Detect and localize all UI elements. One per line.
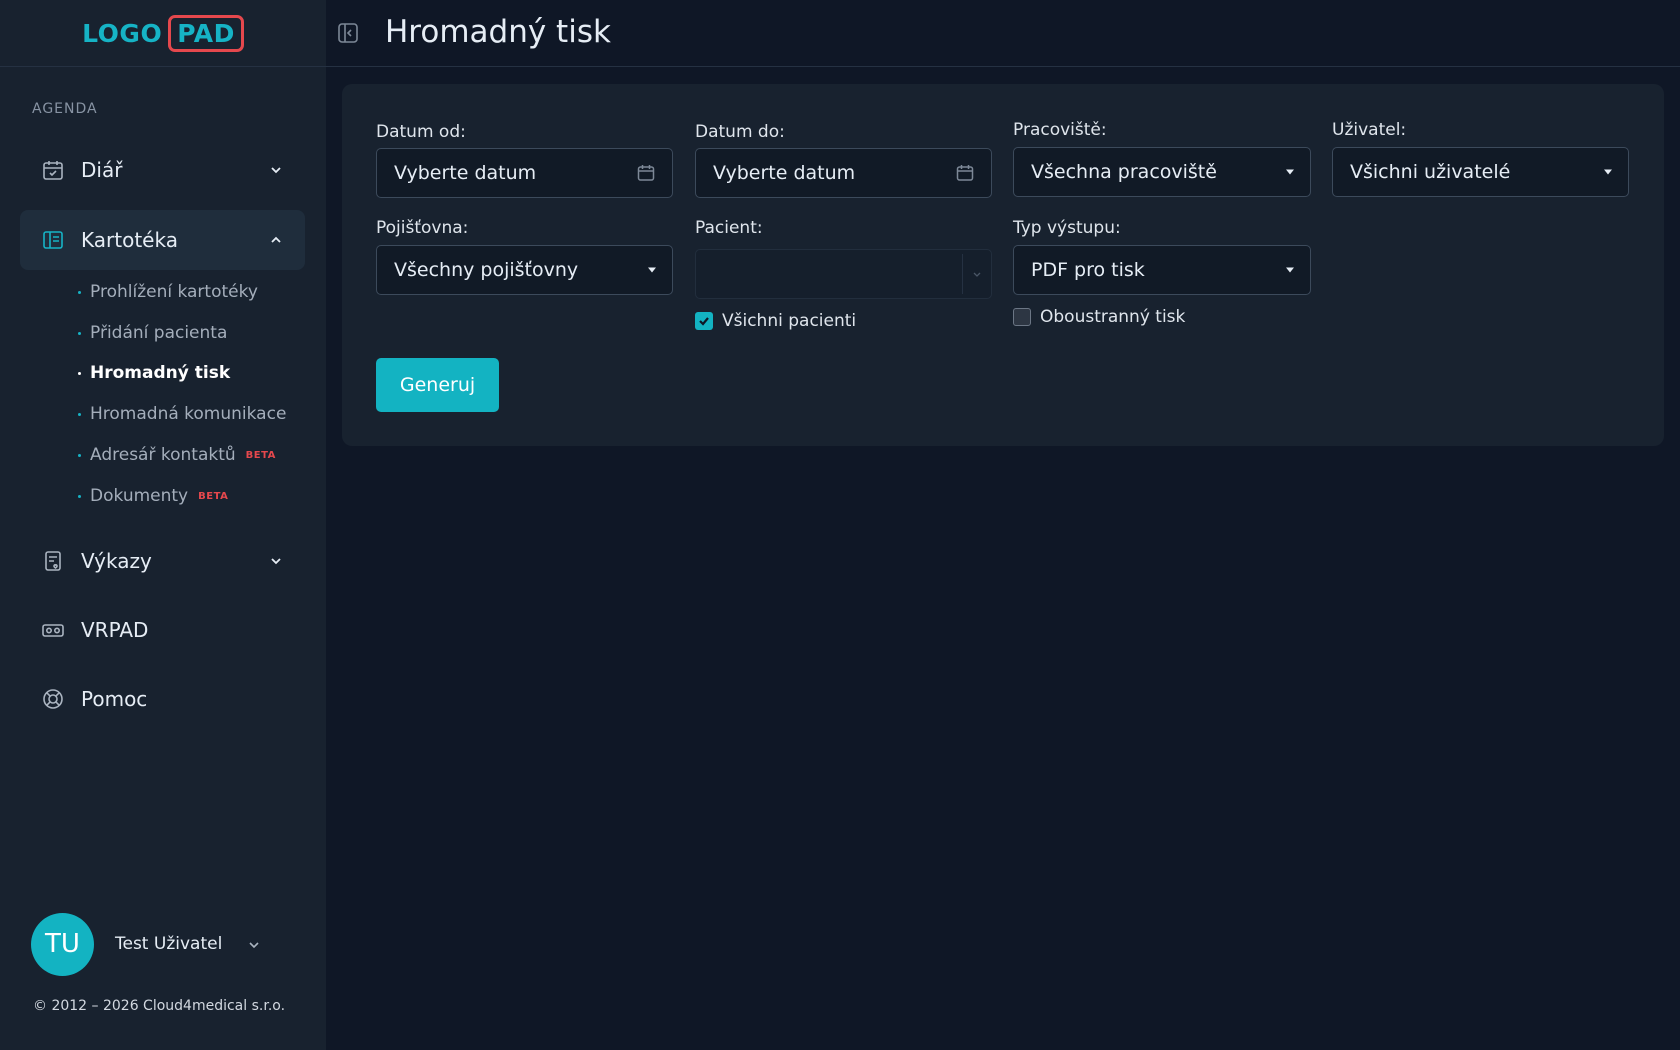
section-label-agenda: AGENDA [32, 101, 98, 117]
vr-headset-icon [41, 618, 65, 642]
sidebar-item-label: Diář [81, 158, 123, 182]
logo-text-logo: LOGO [82, 18, 163, 48]
all-patients-checkbox[interactable]: Všichni pacienti [695, 311, 856, 331]
insurance-label: Pojišťovna: [376, 218, 469, 238]
beta-badge: BETA [198, 490, 229, 502]
bullet-icon [78, 290, 81, 294]
caret-down-icon [648, 267, 656, 273]
sidebar-subitem-dokumenty[interactable]: Dokumenty BETA [78, 486, 228, 506]
sidebar-item-label: Výkazy [81, 549, 152, 573]
logo-area: LOGO PAD [0, 0, 326, 67]
chevron-down-icon [972, 269, 982, 279]
duplex-checkbox[interactable]: Oboustranný tisk [1013, 307, 1185, 327]
user-name: Test Uživatel [115, 934, 223, 954]
user-menu[interactable]: TU Test Uživatel [31, 912, 291, 976]
workplace-select[interactable]: Všechna pracoviště [1013, 147, 1311, 197]
copyright: © 2012 – 2026 Cloud4medical s.r.o. [33, 998, 286, 1014]
lifebuoy-icon [41, 687, 65, 711]
caret-down-icon [1604, 169, 1612, 175]
date-to-value: Vyberte datum [713, 162, 856, 184]
sidebar-item-vrpad[interactable]: VRPAD [20, 600, 305, 660]
caret-down-icon [1286, 169, 1294, 175]
generate-button[interactable]: Generuj [376, 358, 499, 412]
workplace-value: Všechna pracoviště [1031, 161, 1217, 183]
sidebar-item-kartoteka[interactable]: Kartotéka [20, 210, 305, 270]
beta-badge: BETA [245, 449, 276, 461]
caret-down-icon [1286, 267, 1294, 273]
avatar: TU [31, 912, 94, 976]
date-from-value: Vyberte datum [394, 162, 537, 184]
all-patients-label: Všichni pacienti [722, 311, 857, 331]
duplex-label: Oboustranný tisk [1040, 307, 1186, 327]
sidebar-item-label: Kartotéka [81, 228, 178, 252]
sidebar: LOGO PAD AGENDA Diář Kartotéka Prohlížen… [0, 0, 326, 1050]
patient-select[interactable] [695, 249, 992, 299]
output-type-select[interactable]: PDF pro tisk [1013, 245, 1311, 295]
insurance-value: Všechny pojišťovny [394, 259, 579, 281]
output-type-value: PDF pro tisk [1031, 259, 1145, 281]
subitem-label: Hromadný tisk [90, 363, 231, 383]
date-from-input[interactable]: Vyberte datum [376, 148, 673, 198]
bullet-icon [78, 412, 81, 416]
calendar-check-icon [41, 158, 65, 182]
sidebar-subitem-adresar-kontaktu[interactable]: Adresář kontaktů BETA [78, 445, 276, 465]
chevron-up-icon [269, 233, 283, 247]
date-to-label: Datum do: [695, 122, 785, 142]
sidebar-item-label: Pomoc [81, 687, 148, 711]
user-label: Uživatel: [1332, 120, 1407, 140]
subitem-label: Prohlížení kartotéky [90, 282, 258, 302]
subitem-label: Dokumenty [90, 486, 189, 506]
sidebar-subitem-hromadny-tisk[interactable]: Hromadný tisk [78, 363, 230, 383]
output-type-label: Typ výstupu: [1013, 218, 1121, 238]
subitem-label: Adresář kontaktů [90, 445, 236, 465]
bullet-icon [78, 371, 81, 375]
chevron-down-icon [247, 937, 261, 951]
insurance-select[interactable]: Všechny pojišťovny [376, 245, 673, 295]
workplace-label: Pracoviště: [1013, 120, 1107, 140]
report-icon [41, 549, 65, 573]
app-logo[interactable]: LOGO PAD [82, 14, 244, 52]
chevron-down-icon [269, 554, 283, 568]
user-value: Všichni uživatelé [1350, 161, 1511, 183]
sidebar-item-pomoc[interactable]: Pomoc [20, 669, 305, 729]
date-from-label: Datum od: [376, 122, 466, 142]
chevron-down-icon [269, 163, 283, 177]
subitem-label: Přidání pacienta [90, 323, 228, 343]
user-select[interactable]: Všichni uživatelé [1332, 147, 1629, 197]
sidebar-item-diar[interactable]: Diář [20, 140, 305, 200]
checkbox-unchecked-icon[interactable] [1013, 308, 1031, 326]
patient-label: Pacient: [695, 218, 763, 238]
sidebar-item-vykazy[interactable]: Výkazy [20, 531, 305, 591]
logo-text-pad: PAD [168, 14, 244, 52]
sidebar-item-label: VRPAD [81, 618, 149, 642]
sidebar-subitem-hromadna-komunikace[interactable]: Hromadná komunikace [78, 404, 286, 424]
select-separator [962, 254, 963, 294]
page-header: Hromadný tisk [326, 0, 1680, 67]
date-to-input[interactable]: Vyberte datum [695, 148, 992, 198]
calendar-icon[interactable] [955, 163, 975, 183]
bullet-icon [78, 494, 81, 498]
checkbox-checked-icon[interactable] [695, 312, 713, 330]
sidebar-subitem-pridani-pacienta[interactable]: Přidání pacienta [78, 323, 227, 343]
bullet-icon [78, 453, 81, 457]
sidebar-subitem-prohlizeni[interactable]: Prohlížení kartotéky [78, 282, 258, 302]
card-file-icon [41, 228, 65, 252]
page-title: Hromadný tisk [385, 14, 611, 50]
sidebar-collapse-icon[interactable] [337, 22, 359, 44]
bullet-icon [78, 331, 81, 335]
subitem-label: Hromadná komunikace [90, 404, 287, 424]
calendar-icon[interactable] [636, 163, 656, 183]
